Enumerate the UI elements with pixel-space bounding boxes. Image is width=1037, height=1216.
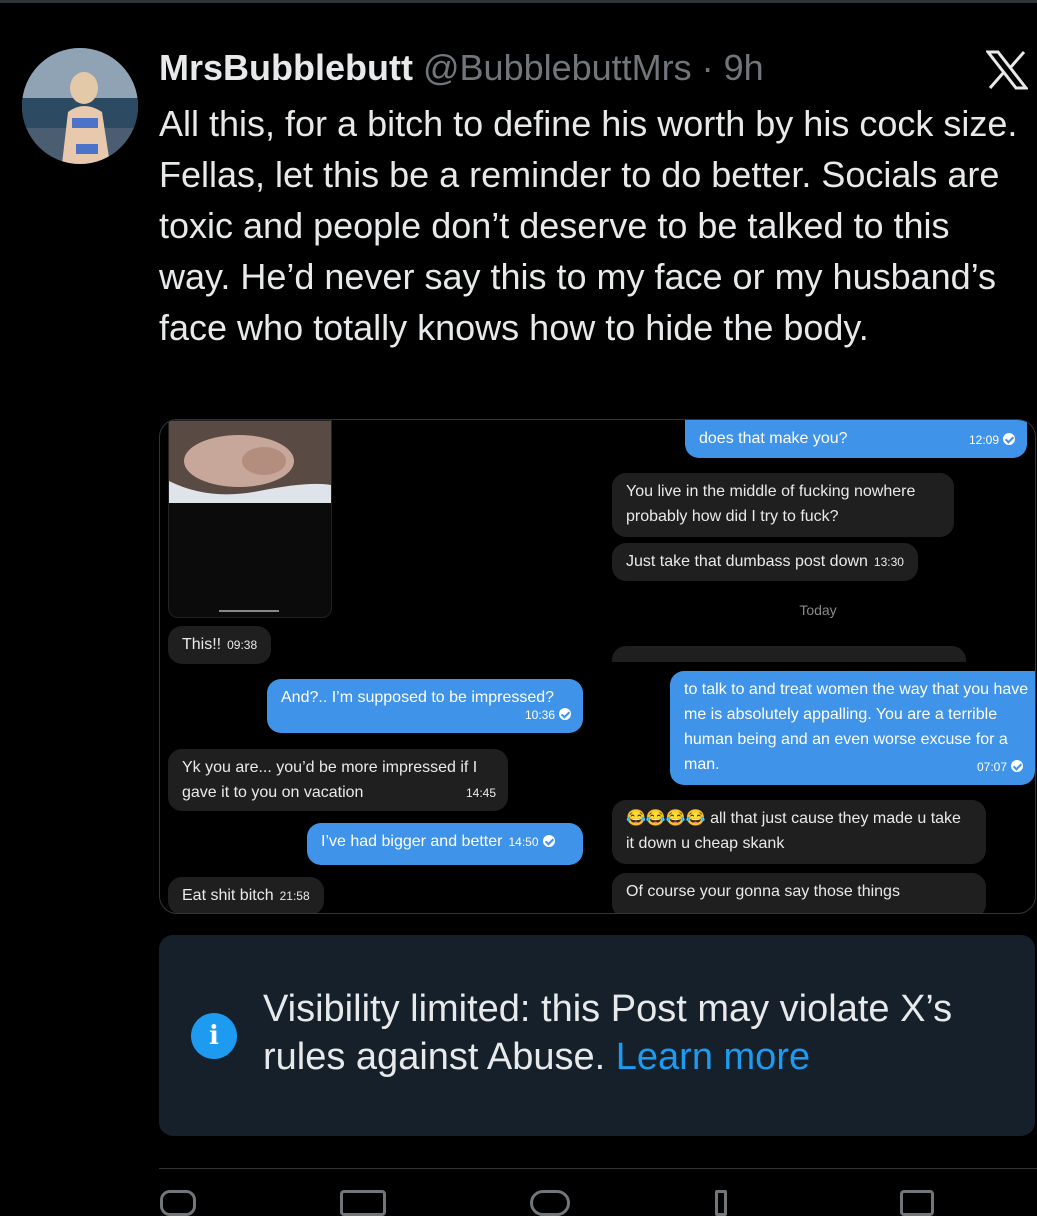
actions-divider: [159, 1168, 1037, 1169]
top-divider: [0, 0, 1037, 3]
learn-more-link[interactable]: Learn more: [616, 1036, 810, 1078]
media-photo: [168, 420, 332, 618]
user-handle[interactable]: @BubblebuttMrs: [423, 47, 692, 88]
tweet-header: MrsBubblebutt @BubblebuttMrs · 9h: [159, 48, 764, 88]
chat-bubble-received: Yk you are... you’d be more impressed if…: [168, 749, 508, 811]
x-logo-icon[interactable]: [986, 50, 1028, 90]
repost-icon[interactable]: [340, 1190, 386, 1216]
chat-bubble-sent: I’ve had bigger and better 14:50: [307, 823, 583, 865]
tweet-text: All this, for a bitch to define his wort…: [159, 103, 1018, 348]
tweet-media-screenshot[interactable]: This!! 09:38 And?.. I’m supposed to be im…: [159, 419, 1036, 914]
chat-bubble-received: This!! 09:38: [168, 626, 272, 664]
chat-bubble-received: Eat shit bitch 21:58: [168, 877, 324, 913]
like-icon[interactable]: [530, 1190, 570, 1216]
chat-bubble-sent: does that make you? 12:09: [685, 420, 1027, 458]
bookmark-icon[interactable]: [900, 1190, 934, 1216]
info-icon: i: [191, 1013, 237, 1059]
notice-text: Visibility limited: this Post may violat…: [263, 988, 953, 1078]
chat-bubble-received: 😂😂😂😂 all that just cause they made u tak…: [612, 800, 986, 864]
chat-bubble-received: You live in the middle of fucking nowher…: [612, 473, 954, 537]
views-icon[interactable]: [715, 1190, 727, 1216]
separator: ·: [691, 47, 724, 88]
clipped-bubble: [612, 646, 966, 662]
timestamp[interactable]: 9h: [724, 47, 764, 88]
chat-bubble-sent: And?.. I’m supposed to be impressed? 10:…: [267, 679, 583, 733]
chat-bubble-received: Of course your gonna say those things: [612, 873, 986, 913]
date-divider: Today: [799, 602, 837, 618]
display-name[interactable]: MrsBubblebutt: [159, 47, 413, 88]
reply-icon[interactable]: [160, 1190, 196, 1216]
chat-bubble-received: Just take that dumbass post down 13:30: [612, 543, 918, 581]
chat-bubble-sent: to talk to and treat women the way that …: [670, 671, 1035, 785]
visibility-notice: i Visibility limited: this Post may viol…: [159, 935, 1035, 1136]
avatar[interactable]: [22, 48, 138, 164]
